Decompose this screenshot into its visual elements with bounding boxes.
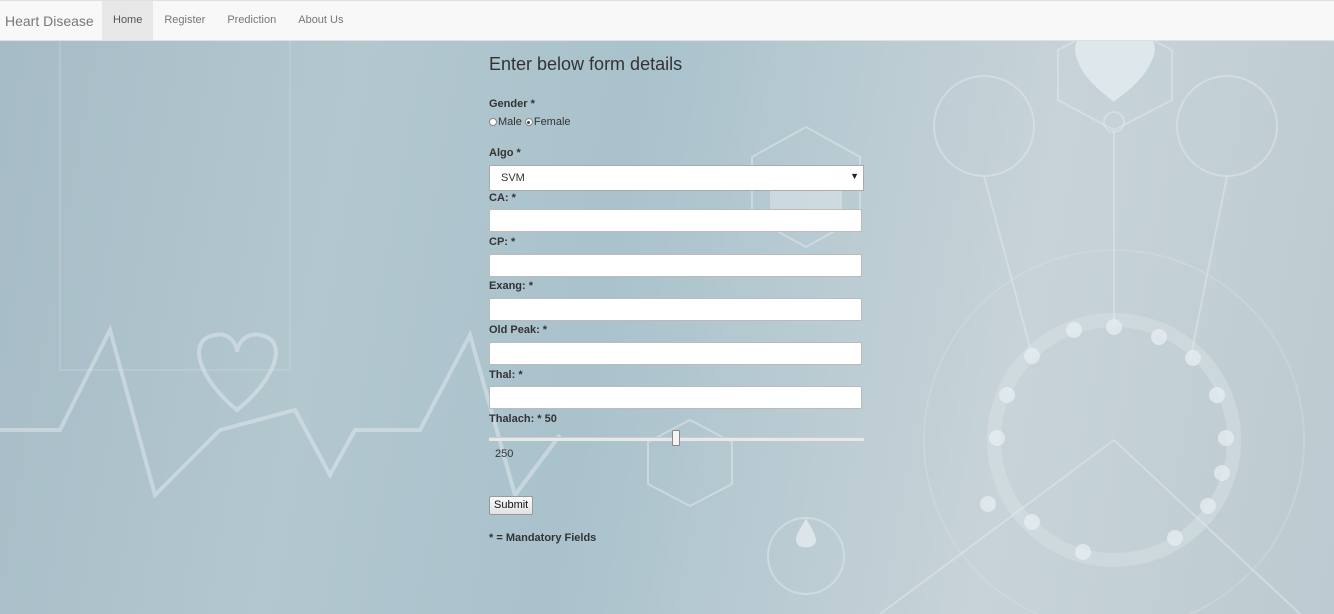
ca-label: CA: *: [489, 192, 516, 204]
ca-input[interactable]: [489, 209, 862, 232]
thal-input[interactable]: [489, 386, 862, 409]
algo-selected-value: SVM: [501, 172, 525, 184]
nav-register[interactable]: Register: [153, 1, 216, 40]
nav-home[interactable]: Home: [102, 1, 154, 40]
thal-label: Thal: *: [489, 369, 523, 381]
background-image: [0, 40, 1334, 614]
exang-input[interactable]: [489, 298, 862, 321]
brand-link[interactable]: Heart Disease: [5, 13, 94, 29]
nav-menu: Home Register Prediction About Us: [102, 1, 354, 40]
cp-label: CP: *: [489, 236, 516, 248]
cp-input[interactable]: [489, 254, 862, 277]
thalach-value: 250: [495, 448, 514, 460]
oldpeak-label: Old Peak: *: [489, 324, 548, 336]
gender-label: Gender *: [489, 98, 535, 110]
algo-label: Algo *: [489, 147, 521, 159]
gender-male-label: Male: [498, 116, 522, 128]
algo-select[interactable]: SVM ▼: [489, 165, 864, 191]
nav-about-us[interactable]: About Us: [287, 1, 354, 40]
thalach-label: Thalach: * 50: [489, 413, 557, 425]
thalach-slider-handle[interactable]: [672, 430, 680, 446]
chevron-down-icon: ▼: [850, 171, 859, 181]
form-heading: Enter below form details: [489, 54, 683, 74]
nav-prediction[interactable]: Prediction: [216, 1, 287, 40]
gender-female-label: Female: [533, 116, 571, 128]
oldpeak-input[interactable]: [489, 342, 862, 365]
gender-male-radio[interactable]: [489, 118, 497, 126]
navbar: Heart Disease Home Register Prediction A…: [0, 0, 1334, 41]
gender-female-radio[interactable]: [524, 118, 533, 126]
gender-radio-group: Male Female: [489, 116, 571, 128]
mandatory-note: * = Mandatory Fields: [489, 532, 597, 544]
submit-button[interactable]: Submit: [489, 496, 534, 515]
exang-label: Exang: *: [489, 280, 534, 292]
